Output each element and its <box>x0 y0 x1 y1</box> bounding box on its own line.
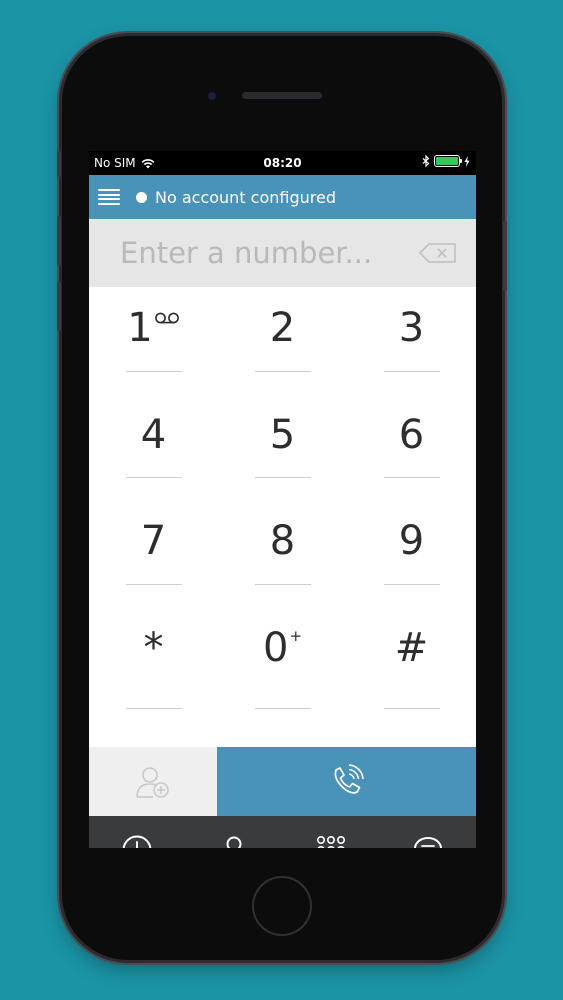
key-7-digit: 7 <box>140 518 167 564</box>
key-0-plus: + <box>289 626 303 645</box>
key-1-glyph: 1 <box>89 305 218 351</box>
earpiece-speaker <box>242 92 322 99</box>
key-1-digit: 1 <box>127 305 153 351</box>
volume-down-button <box>57 281 61 331</box>
status-right <box>422 155 470 167</box>
mute-switch <box>57 151 61 177</box>
key-4-digit: 4 <box>140 411 167 458</box>
phone-icon <box>334 763 364 794</box>
key-5[interactable]: 5 <box>218 394 347 501</box>
key-hash-digit: # <box>394 624 429 671</box>
key-1[interactable]: 1 <box>89 287 218 394</box>
key-0[interactable]: 0+ <box>218 607 347 714</box>
key-star[interactable]: * <box>89 607 218 714</box>
tab-contacts[interactable] <box>186 816 283 848</box>
add-contact-icon <box>136 766 169 798</box>
phone-frame: No SIM 08:20 No account configured Enter… <box>57 36 507 960</box>
clock: 08:20 <box>263 156 302 170</box>
screen: No SIM 08:20 No account configured Enter… <box>89 151 476 848</box>
key-0-underline <box>254 708 311 709</box>
key-star-underline <box>125 708 182 709</box>
key-8[interactable]: 8 <box>218 500 347 607</box>
account-status-label: No account configured <box>155 187 336 207</box>
call-button[interactable] <box>217 747 476 816</box>
backspace-icon[interactable] <box>419 243 457 263</box>
key-2[interactable]: 2 <box>218 287 347 394</box>
key-3[interactable]: 3 <box>347 287 476 394</box>
home-button[interactable] <box>252 876 312 936</box>
key-star-digit: * <box>143 624 164 671</box>
charging-icon <box>464 155 470 167</box>
add-contact-button[interactable] <box>89 747 217 816</box>
keypad: 1 2 3 4 5 6 7 8 9 * 0+ # <box>89 287 476 713</box>
key-4-underline <box>125 477 182 478</box>
key-9-digit: 9 <box>398 518 425 564</box>
key-9[interactable]: 9 <box>347 500 476 607</box>
app-header: No account configured <box>89 175 476 219</box>
volume-up-button <box>57 216 61 266</box>
key-3-digit: 3 <box>398 305 425 351</box>
power-button <box>503 221 507 291</box>
key-8-digit: 8 <box>269 518 296 564</box>
key-5-digit: 5 <box>269 411 296 458</box>
tab-bar <box>89 816 476 848</box>
status-bar: No SIM 08:20 <box>89 151 476 175</box>
bluetooth-icon <box>422 155 430 167</box>
key-6-underline <box>383 477 440 478</box>
key-1-underline <box>125 370 182 372</box>
action-bar <box>89 747 476 816</box>
key-6[interactable]: 6 <box>347 394 476 501</box>
key-8-underline <box>254 583 311 585</box>
chat-icon <box>413 837 442 848</box>
key-hash-underline <box>383 708 440 709</box>
key-3-underline <box>383 370 440 372</box>
clock-icon <box>123 835 152 848</box>
account-status-dot <box>136 191 147 203</box>
key-0-digit: 0 <box>262 624 289 671</box>
key-6-digit: 6 <box>398 411 425 458</box>
key-0-glyph: 0+ <box>218 625 347 671</box>
tab-messages[interactable] <box>379 816 476 848</box>
number-input[interactable] <box>120 236 405 270</box>
tab-history[interactable] <box>89 816 186 848</box>
tab-keypad[interactable] <box>283 816 380 848</box>
key-7-underline <box>125 583 182 585</box>
front-camera <box>206 90 218 102</box>
menu-icon[interactable] <box>98 187 120 207</box>
voicemail-icon <box>154 312 179 324</box>
key-9-underline <box>383 583 440 585</box>
key-5-underline <box>254 477 311 478</box>
key-7[interactable]: 7 <box>89 500 218 607</box>
key-hash[interactable]: # <box>347 607 476 714</box>
key-2-underline <box>254 370 311 372</box>
battery-icon <box>434 155 462 167</box>
number-entry-bar <box>89 219 476 287</box>
person-icon <box>226 836 242 848</box>
keypad-icon <box>316 835 345 848</box>
key-2-digit: 2 <box>269 305 296 351</box>
key-4[interactable]: 4 <box>89 394 218 501</box>
